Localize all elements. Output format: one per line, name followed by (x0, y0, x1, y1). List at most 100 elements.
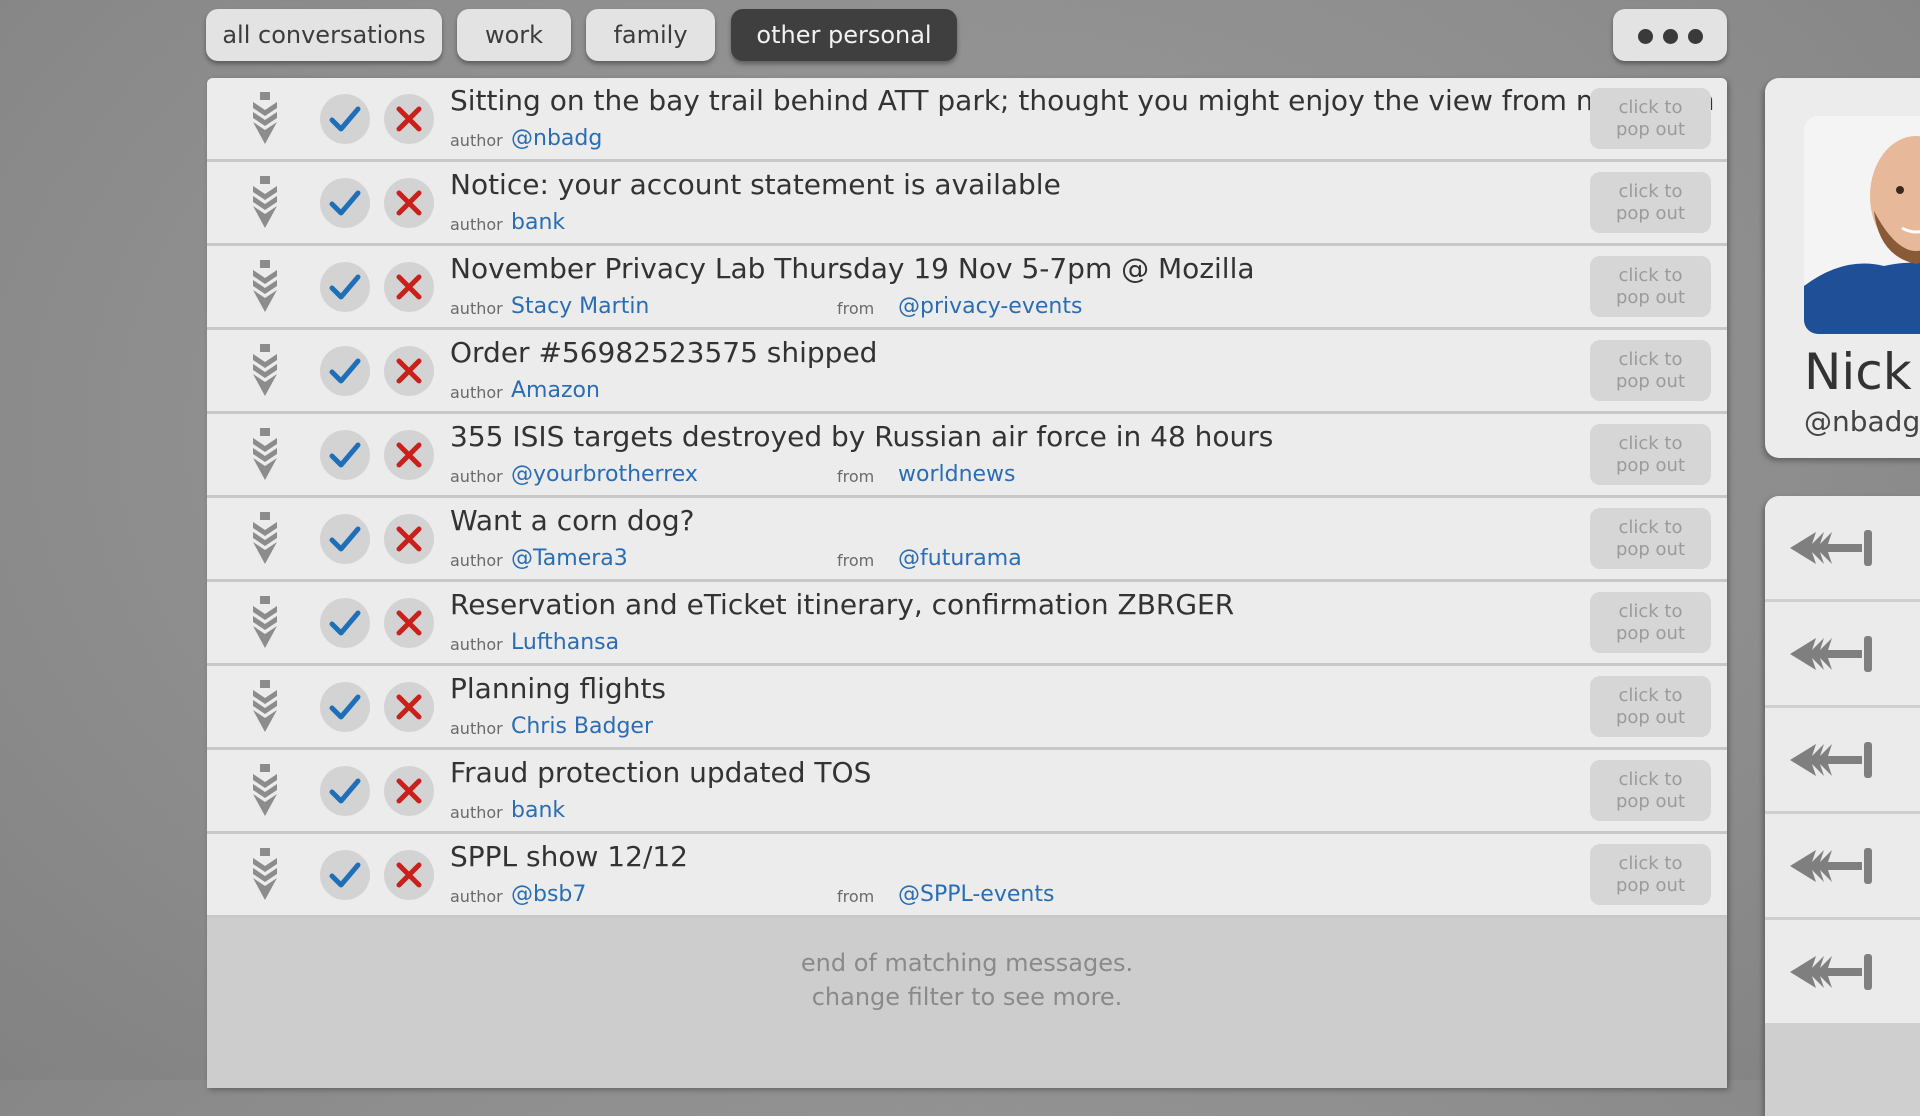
pop-out-button[interactable]: click to pop out (1590, 172, 1711, 233)
close-icon[interactable] (384, 430, 434, 480)
end-message-line-1: end of matching messages. (800, 949, 1134, 977)
archive-down-icon[interactable] (251, 596, 279, 648)
from-label: from (837, 299, 875, 318)
quick-action-button[interactable] (1765, 708, 1920, 814)
pop-out-button[interactable]: click to pop out (1590, 592, 1711, 653)
message-subject[interactable]: Reservation and eTicket itinerary, confi… (450, 588, 1234, 621)
tab-family[interactable]: family (586, 9, 715, 61)
pop-out-button[interactable]: click to pop out (1590, 424, 1711, 485)
message-row[interactable]: SPPL show 12/12 author @bsb7 from @SPPL-… (207, 834, 1727, 918)
close-icon[interactable] (384, 598, 434, 648)
message-list: end of matching messages. change filter … (207, 78, 1727, 1088)
pop-out-button[interactable]: click to pop out (1590, 340, 1711, 401)
check-icon[interactable] (320, 178, 370, 228)
message-subject[interactable]: Notice: your account statement is availa… (450, 168, 1061, 201)
check-icon[interactable] (320, 262, 370, 312)
message-subject[interactable]: November Privacy Lab Thursday 19 Nov 5-7… (450, 252, 1255, 285)
pop-out-label: click to pop out (1615, 516, 1686, 560)
message-subject[interactable]: Fraud protection updated TOS (450, 756, 871, 789)
close-icon[interactable] (384, 850, 434, 900)
message-subject[interactable]: Planning flights (450, 672, 666, 705)
tab-work[interactable]: work (457, 9, 571, 61)
quick-action-button[interactable] (1765, 920, 1920, 1026)
archive-down-icon[interactable] (251, 92, 279, 144)
message-subject[interactable]: 355 ISIS targets destroyed by Russian ai… (450, 420, 1273, 453)
message-subject[interactable]: Order #56982523575 shipped (450, 336, 877, 369)
author-label: author (450, 467, 503, 486)
check-icon[interactable] (320, 514, 370, 564)
quick-action-button[interactable] (1765, 814, 1920, 920)
archive-down-icon[interactable] (251, 260, 279, 312)
from-link[interactable]: @futurama (898, 546, 1022, 571)
from-link[interactable]: @SPPL-events (898, 882, 1054, 907)
close-icon[interactable] (384, 514, 434, 564)
contact-name: Nick B (1804, 343, 1920, 401)
author-link[interactable]: @Tamera3 (511, 546, 628, 571)
from-label: from (837, 551, 875, 570)
author-link[interactable]: bank (511, 210, 565, 235)
close-icon[interactable] (384, 94, 434, 144)
archive-down-icon[interactable] (251, 176, 279, 228)
pop-out-label: click to pop out (1615, 96, 1686, 140)
pop-out-button[interactable]: click to pop out (1590, 256, 1711, 317)
author-link[interactable]: Chris Badger (511, 714, 653, 739)
message-row[interactable]: Fraud protection updated TOS author bank… (207, 750, 1727, 834)
message-row[interactable]: November Privacy Lab Thursday 19 Nov 5-7… (207, 246, 1727, 330)
arrow-left-icon (1790, 530, 1872, 566)
check-icon[interactable] (320, 766, 370, 816)
author-link[interactable]: Stacy Martin (511, 294, 649, 319)
archive-down-icon[interactable] (251, 764, 279, 816)
arrow-left-icon (1790, 954, 1872, 990)
close-icon[interactable] (384, 346, 434, 396)
message-row[interactable]: Want a corn dog? author @Tamera3 from @f… (207, 498, 1727, 582)
message-subject[interactable]: Sitting on the bay trail behind ATT park… (450, 84, 1714, 117)
pop-out-button[interactable]: click to pop out (1590, 844, 1711, 905)
pop-out-label: click to pop out (1615, 684, 1686, 728)
quick-action-button[interactable] (1765, 496, 1920, 602)
author-link[interactable]: @yourbrotherrex (511, 462, 698, 487)
message-row[interactable]: 355 ISIS targets destroyed by Russian ai… (207, 414, 1727, 498)
check-icon[interactable] (320, 346, 370, 396)
author-link[interactable]: Amazon (511, 378, 600, 403)
tab-other-personal[interactable]: other personal (731, 9, 957, 61)
check-icon[interactable] (320, 94, 370, 144)
archive-down-icon[interactable] (251, 512, 279, 564)
archive-down-icon[interactable] (251, 428, 279, 480)
pop-out-button[interactable]: click to pop out (1590, 508, 1711, 569)
from-link[interactable]: @privacy-events (898, 294, 1082, 319)
message-row[interactable]: Sitting on the bay trail behind ATT park… (207, 78, 1727, 162)
close-icon[interactable] (384, 178, 434, 228)
archive-down-icon[interactable] (251, 344, 279, 396)
close-icon[interactable] (384, 262, 434, 312)
author-link[interactable]: Lufthansa (511, 630, 619, 655)
message-row[interactable]: Order #56982523575 shipped author Amazon… (207, 330, 1727, 414)
message-subject[interactable]: Want a corn dog? (450, 504, 694, 537)
check-icon[interactable] (320, 850, 370, 900)
end-message-line-2: change filter to see more. (811, 983, 1123, 1011)
close-icon[interactable] (384, 766, 434, 816)
check-icon[interactable] (320, 598, 370, 648)
contact-handle[interactable]: @nbadg (1804, 405, 1920, 438)
avatar[interactable] (1804, 116, 1920, 334)
more-options-button[interactable] (1613, 9, 1727, 61)
pop-out-button[interactable]: click to pop out (1590, 676, 1711, 737)
check-icon[interactable] (320, 430, 370, 480)
author-link[interactable]: @nbadg (511, 126, 602, 151)
from-label: from (837, 887, 875, 906)
close-icon[interactable] (384, 682, 434, 732)
tab-all-conversations[interactable]: all conversations (206, 9, 442, 61)
pop-out-button[interactable]: click to pop out (1590, 760, 1711, 821)
author-label: author (450, 299, 503, 318)
message-subject[interactable]: SPPL show 12/12 (450, 840, 688, 873)
author-link[interactable]: bank (511, 798, 565, 823)
message-row[interactable]: Reservation and eTicket itinerary, confi… (207, 582, 1727, 666)
message-row[interactable]: Planning flights author Chris Badger cli… (207, 666, 1727, 750)
quick-action-button[interactable] (1765, 602, 1920, 708)
message-row[interactable]: Notice: your account statement is availa… (207, 162, 1727, 246)
author-link[interactable]: @bsb7 (511, 882, 586, 907)
pop-out-button[interactable]: click to pop out (1590, 88, 1711, 149)
archive-down-icon[interactable] (251, 680, 279, 732)
from-link[interactable]: worldnews (898, 462, 1016, 487)
archive-down-icon[interactable] (251, 848, 279, 900)
check-icon[interactable] (320, 682, 370, 732)
